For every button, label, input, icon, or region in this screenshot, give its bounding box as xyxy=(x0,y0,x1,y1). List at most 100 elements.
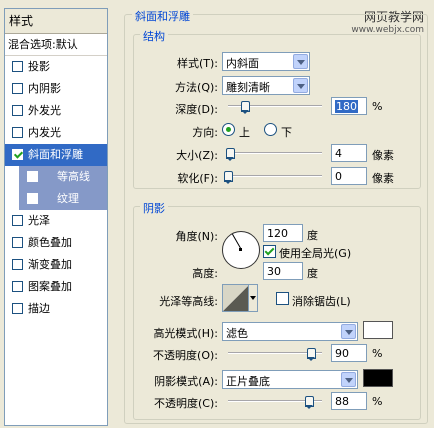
structure-title: 结构 xyxy=(140,28,168,44)
bevel-emboss-title: 斜面和浮雕 xyxy=(132,8,193,24)
slider-thumb[interactable] xyxy=(224,171,233,184)
style-item-label: 颜色叠加 xyxy=(28,236,72,249)
slider-thumb[interactable] xyxy=(225,148,235,161)
slider-thumb[interactable] xyxy=(304,396,314,409)
size-label: 大小(Z): xyxy=(176,149,218,162)
shading-title: 阴影 xyxy=(140,200,168,216)
depth-input[interactable]: 180 xyxy=(331,97,367,115)
antialias-label: 消除锯齿(L) xyxy=(292,295,351,308)
altitude-input[interactable]: 30 xyxy=(263,262,303,280)
slider-track xyxy=(228,175,322,177)
gloss-contour-label: 光泽等高线: xyxy=(159,295,218,308)
contour-dropdown-arrow[interactable] xyxy=(248,284,258,312)
depth-value: 180 xyxy=(335,100,358,113)
inner-shadow-checkbox[interactable] xyxy=(12,83,23,94)
outer-glow-checkbox[interactable] xyxy=(12,105,23,116)
inner-glow-checkbox[interactable] xyxy=(12,127,23,138)
chevron-down-icon[interactable] xyxy=(293,54,308,69)
angle-label: 角度(N): xyxy=(175,230,218,243)
technique-select[interactable]: 雕刻清晰 xyxy=(222,76,310,95)
highlight-color-swatch[interactable] xyxy=(363,321,393,339)
style-item-label: 斜面和浮雕 xyxy=(28,148,83,161)
texture-checkbox[interactable] xyxy=(27,193,38,204)
style-item-label: 外发光 xyxy=(28,104,61,117)
depth-slider[interactable] xyxy=(228,101,322,114)
direction-up-label: 上 xyxy=(239,126,250,139)
style-item-stroke[interactable]: 描边 xyxy=(5,298,107,320)
highlight-opacity-slider[interactable] xyxy=(228,348,322,361)
depth-label: 深度(D): xyxy=(175,103,218,116)
highlight-mode-label: 高光模式(H): xyxy=(153,327,218,340)
color-overlay-checkbox[interactable] xyxy=(12,237,23,248)
style-item-color-overlay[interactable]: 颜色叠加 xyxy=(5,232,107,254)
altitude-unit: 度 xyxy=(307,267,318,280)
bevel-style-value: 内斜面 xyxy=(226,57,259,70)
style-item-label: 光泽 xyxy=(28,214,50,227)
size-input[interactable]: 4 xyxy=(331,144,367,162)
style-item-label: 描边 xyxy=(28,302,50,315)
gloss-contour-picker[interactable] xyxy=(222,284,258,312)
stroke-checkbox[interactable] xyxy=(12,303,23,314)
shadow-mode-select[interactable]: 正片叠底 xyxy=(222,370,358,389)
style-item-bevel-emboss[interactable]: 斜面和浮雕 xyxy=(5,144,107,166)
blend-options-item[interactable]: 混合选项:默认 xyxy=(5,34,107,56)
global-light-checkbox[interactable] xyxy=(263,245,276,258)
gradient-overlay-checkbox[interactable] xyxy=(12,259,23,270)
style-item-satin[interactable]: 光泽 xyxy=(5,210,107,232)
soften-slider[interactable] xyxy=(224,171,322,184)
style-item-label: 等高线 xyxy=(57,170,90,183)
antialias-checkbox[interactable] xyxy=(276,292,289,305)
drop-shadow-checkbox[interactable] xyxy=(12,61,23,72)
contour-checkbox[interactable] xyxy=(27,171,38,182)
shadow-opacity-unit: % xyxy=(372,395,383,408)
soften-input[interactable]: 0 xyxy=(331,167,367,185)
direction-down-label: 下 xyxy=(281,126,292,139)
highlight-opacity-input[interactable]: 90 xyxy=(331,344,367,362)
bevel-emboss-checkbox[interactable] xyxy=(12,149,23,160)
direction-up-radio[interactable] xyxy=(222,123,235,136)
style-item-drop-shadow[interactable]: 投影 xyxy=(5,56,107,78)
bevel-style-select[interactable]: 内斜面 xyxy=(222,52,310,71)
highlight-opacity-unit: % xyxy=(372,347,383,360)
style-item-outer-glow[interactable]: 外发光 xyxy=(5,100,107,122)
style-item-inner-glow[interactable]: 内发光 xyxy=(5,122,107,144)
chevron-down-icon[interactable] xyxy=(341,324,356,339)
shadow-opacity-input[interactable]: 88 xyxy=(331,392,367,410)
contour-curve-icon xyxy=(223,285,249,311)
style-item-label: 图案叠加 xyxy=(28,280,72,293)
soften-value: 0 xyxy=(335,170,342,183)
angle-value: 120 xyxy=(267,227,288,240)
style-item-label: 内发光 xyxy=(28,126,61,139)
shadow-mode-value: 正片叠底 xyxy=(226,375,270,388)
size-slider[interactable] xyxy=(225,148,322,161)
style-item-gradient-overlay[interactable]: 渐变叠加 xyxy=(5,254,107,276)
chevron-down-icon[interactable] xyxy=(341,372,356,387)
style-item-inner-shadow[interactable]: 内阴影 xyxy=(5,78,107,100)
highlight-opacity-value: 90 xyxy=(335,347,349,360)
styles-header[interactable]: 样式 xyxy=(5,9,107,34)
style-item-texture[interactable]: 纹理 xyxy=(19,188,107,210)
style-item-label: 渐变叠加 xyxy=(28,258,72,271)
pattern-overlay-checkbox[interactable] xyxy=(12,281,23,292)
satin-checkbox[interactable] xyxy=(12,215,23,226)
slider-thumb[interactable] xyxy=(240,101,250,114)
shadow-opacity-slider[interactable] xyxy=(228,396,322,409)
angle-dial[interactable] xyxy=(222,231,260,269)
slider-thumb[interactable] xyxy=(306,348,316,361)
style-item-pattern-overlay[interactable]: 图案叠加 xyxy=(5,276,107,298)
style-item-label: 内阴影 xyxy=(28,82,61,95)
style-item-contour[interactable]: 等高线 xyxy=(19,166,107,188)
styles-list: 样式 混合选项:默认 投影 内阴影 外发光 内发光 斜面和浮雕 等高线 纹理 光… xyxy=(4,8,108,426)
shadow-color-swatch[interactable] xyxy=(363,369,393,387)
direction-label: 方向: xyxy=(192,126,218,139)
size-value: 4 xyxy=(335,147,342,160)
angle-input[interactable]: 120 xyxy=(263,224,303,242)
highlight-mode-select[interactable]: 滤色 xyxy=(222,322,358,341)
direction-down-radio[interactable] xyxy=(264,123,277,136)
altitude-value: 30 xyxy=(267,265,281,278)
technique-value: 雕刻清晰 xyxy=(226,81,270,94)
angle-unit: 度 xyxy=(307,229,318,242)
soften-label: 软化(F): xyxy=(177,172,218,185)
chevron-down-icon[interactable] xyxy=(293,78,308,93)
depth-unit: % xyxy=(372,100,383,113)
